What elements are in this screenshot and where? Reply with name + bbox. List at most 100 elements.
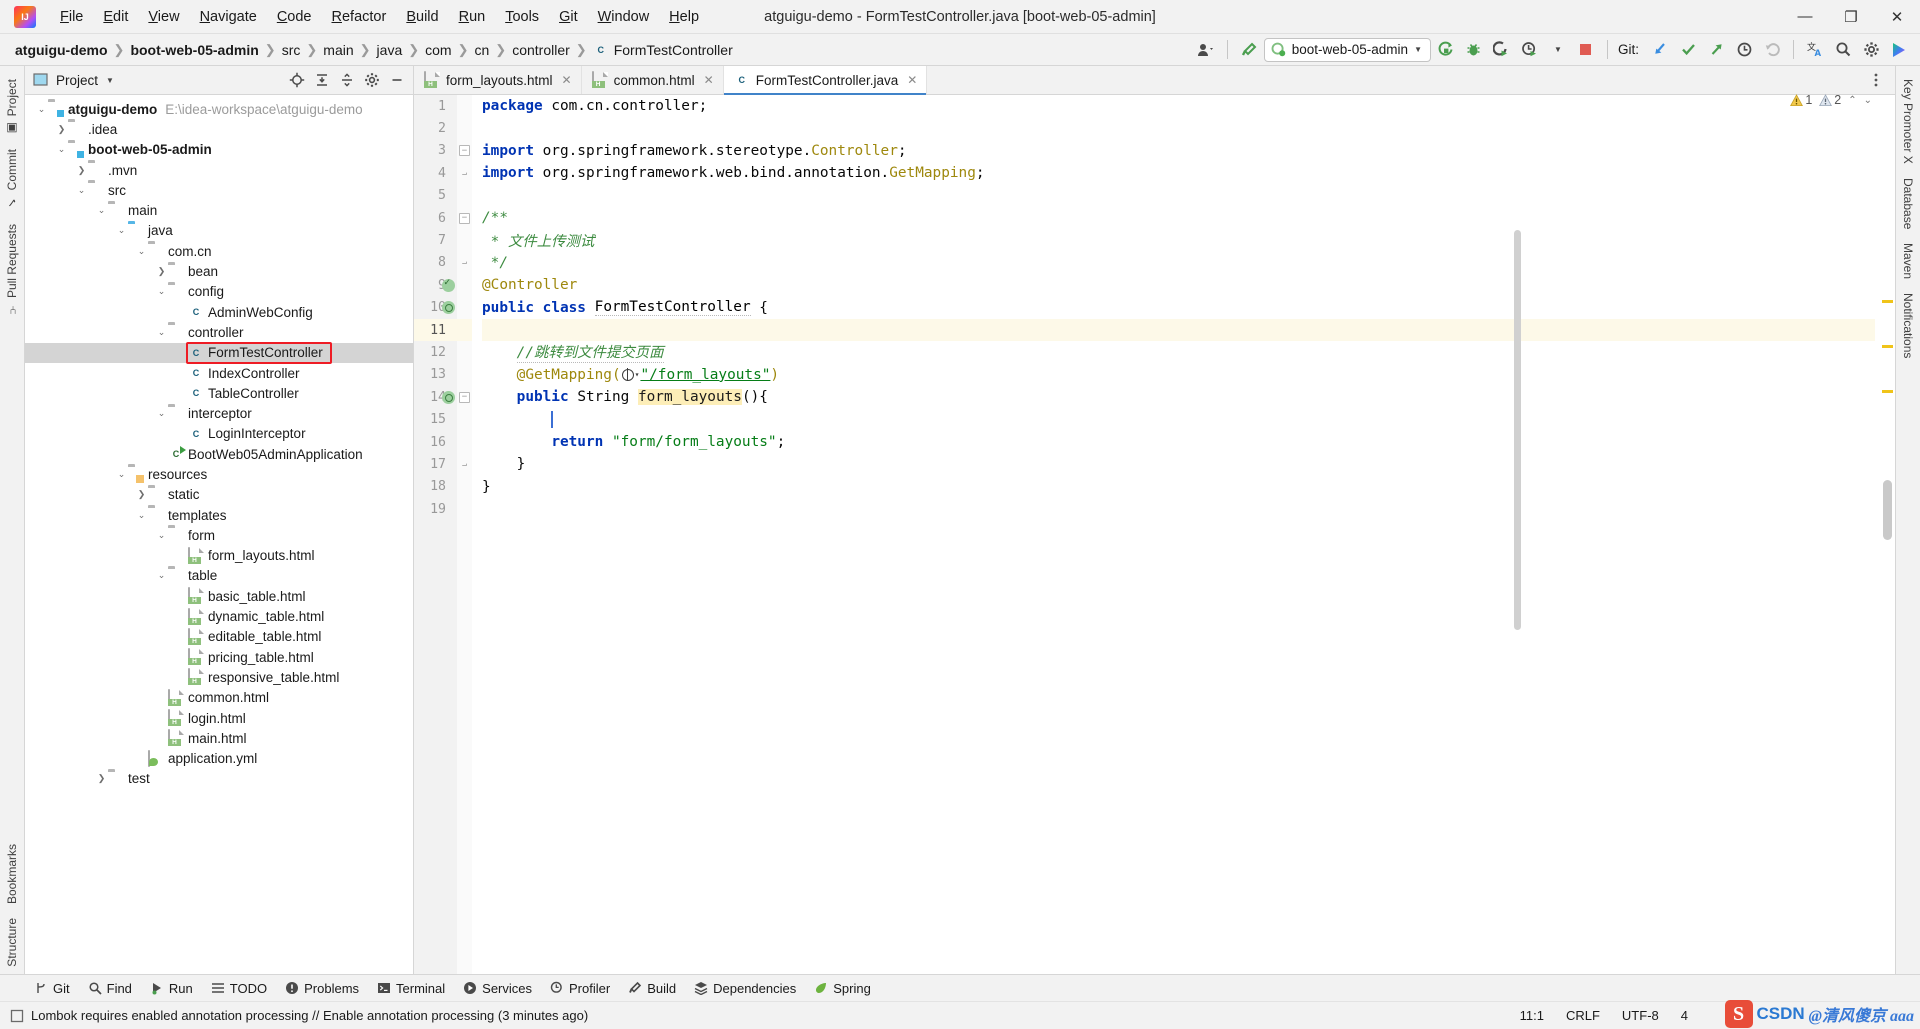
tree-node-bean[interactable]: ❯ bean (25, 261, 413, 281)
breadcrumb-item-class[interactable]: FormTestController (588, 40, 738, 60)
sidebar-item-bookmarks[interactable]: Bookmarks (1, 837, 23, 911)
settings-gear-icon[interactable] (1858, 37, 1884, 63)
chevron-down-icon[interactable]: ⌄ (95, 206, 108, 215)
debug-icon[interactable] (1461, 37, 1487, 63)
tree-node-login-html[interactable]: login.html (25, 708, 413, 728)
tree-node-formtestcontroller[interactable]: FormTestController (25, 341, 413, 364)
tree-node-java[interactable]: ⌄ java (25, 221, 413, 241)
menu-window[interactable]: Window (588, 5, 660, 29)
menu-build[interactable]: Build (396, 5, 448, 29)
breadcrumb-item-controller[interactable]: controller (507, 40, 575, 60)
gutter-line-17[interactable]: ⌐ 17 (414, 453, 472, 475)
ide-feature-trainer-icon[interactable] (1886, 37, 1912, 63)
toolwindow-services[interactable]: Services (455, 978, 540, 999)
fold-collapse-icon[interactable]: − (459, 145, 470, 157)
tree-node-mvn[interactable]: ❯ .mvn (25, 160, 413, 180)
tree-node-editable-table-html[interactable]: editable_table.html (25, 627, 413, 647)
tree-node-responsive-table-html[interactable]: responsive_table.html (25, 667, 413, 687)
toolwindow-git[interactable]: Git (26, 978, 78, 999)
breadcrumb-item-java[interactable]: java (372, 40, 408, 60)
toolwindow-todo[interactable]: TODO (203, 978, 275, 999)
run-with-coverage-icon[interactable] (1489, 37, 1515, 63)
menu-run[interactable]: Run (449, 5, 496, 29)
line-separator[interactable]: CRLF (1562, 1006, 1604, 1025)
chevron-down-icon[interactable]: ▼ (1545, 37, 1571, 63)
stop-icon[interactable] (1573, 37, 1599, 63)
git-push-icon[interactable] (1703, 37, 1729, 63)
code-editor[interactable]: 12−3⌐45−67⌐8910111213−141516⌐171819 pack… (414, 95, 1895, 974)
tree-node-interceptor[interactable]: ⌄ interceptor (25, 403, 413, 423)
run-icon[interactable] (1433, 37, 1459, 63)
close-icon[interactable]: ✕ (562, 73, 572, 87)
tab-common-html[interactable]: common.html ✕ (582, 66, 724, 94)
chevron-down-icon[interactable]: ⌄ (155, 530, 168, 540)
chevron-down-icon[interactable]: ⌄ (75, 185, 88, 195)
sidebar-item-structure[interactable]: Structure (1, 911, 23, 974)
gutter-line-16[interactable]: 16 (414, 431, 472, 453)
breadcrumb-item-project[interactable]: atguigu-demo (10, 40, 113, 60)
tree-node-adminwebconfig[interactable]: AdminWebConfig (25, 302, 413, 322)
sidebar-item-pull-requests[interactable]: ⑂ Pull Requests (1, 217, 23, 322)
menu-edit[interactable]: Edit (93, 5, 138, 29)
gutter-line-7[interactable]: 7 (414, 229, 472, 251)
gutter-line-11[interactable]: 11 (414, 318, 472, 342)
chevron-right-icon[interactable]: ❯ (135, 490, 148, 499)
fold-end-icon[interactable]: ⌐ (459, 257, 470, 268)
chevron-right-icon[interactable]: ❯ (55, 124, 68, 134)
chevron-right-icon[interactable]: ❯ (75, 165, 88, 175)
tree-node-idea[interactable]: ❯ .idea (25, 119, 413, 139)
scroll-marker-warning[interactable] (1882, 390, 1893, 393)
gutter-line-13[interactable]: 13 (414, 364, 472, 386)
breadcrumb-item-module[interactable]: boot-web-05-admin (125, 40, 263, 60)
git-update-icon[interactable] (1647, 37, 1673, 63)
tree-node-form-layouts-html[interactable]: form_layouts.html (25, 546, 413, 566)
sidebar-item-commit[interactable]: ✓ Commit (1, 142, 23, 216)
gutter-line-18[interactable]: 18 (414, 476, 472, 498)
git-history-icon[interactable] (1731, 37, 1757, 63)
menu-help[interactable]: Help (659, 5, 709, 29)
spring-bean-icon[interactable] (441, 390, 455, 404)
menu-code[interactable]: Code (267, 5, 322, 29)
gutter-line-3[interactable]: −3 (414, 140, 472, 162)
tree-node-config[interactable]: ⌄ config (25, 282, 413, 302)
search-everywhere-icon[interactable] (1830, 37, 1856, 63)
git-commit-icon[interactable] (1675, 37, 1701, 63)
tree-node-bootweb05adminapplication[interactable]: BootWeb05AdminApplication (25, 444, 413, 464)
toolwindow-terminal[interactable]: Terminal (369, 978, 453, 999)
project-scrollbar-thumb[interactable] (1514, 230, 1521, 630)
chevron-down-icon[interactable]: ⌄ (55, 145, 68, 154)
chevron-down-icon[interactable]: ⌄ (115, 469, 128, 479)
caret-position[interactable]: 11:1 (1516, 1006, 1548, 1025)
chevron-down-icon[interactable]: ⌄ (35, 104, 48, 114)
chevron-right-icon[interactable]: ❯ (155, 267, 168, 276)
breadcrumb-item-com[interactable]: com (420, 40, 456, 60)
chevron-down-icon[interactable]: ⌄ (135, 246, 148, 256)
tree-node-test[interactable]: ❯ test (25, 769, 413, 789)
sidebar-item-key-promoter-x[interactable]: Key Promoter X (1897, 72, 1919, 171)
scroll-marker-warning[interactable] (1882, 300, 1893, 303)
project-tree[interactable]: ⌄ atguigu-demo E:\idea-workspace\atguigu-d… (25, 95, 413, 974)
gutter-line-5[interactable]: 5 (414, 185, 472, 207)
close-button[interactable]: ✕ (1874, 0, 1920, 34)
tree-node-src[interactable]: ⌄ src (25, 180, 413, 200)
run-configuration-selector[interactable]: boot-web-05-admin ▼ (1263, 37, 1431, 62)
inspection-status[interactable]: 1 2 ⌃ ⌄ (1790, 93, 1872, 107)
tree-node-form[interactable]: ⌄ form (25, 525, 413, 545)
chevron-down-icon[interactable]: ⌄ (155, 571, 168, 580)
tree-node-common-html[interactable]: common.html (25, 688, 413, 708)
scroll-marker-warning[interactable] (1882, 345, 1893, 348)
fold-collapse-icon[interactable]: − (459, 391, 470, 403)
tab-formtestcontroller-java[interactable]: FormTestController.java ✕ (723, 66, 928, 95)
tree-node-atguigu-demo[interactable]: ⌄ atguigu-demo E:\idea-workspace\atguigu-d… (25, 99, 413, 119)
breadcrumb-item-main[interactable]: main (318, 40, 358, 60)
inspection-widget[interactable] (1875, 95, 1895, 119)
sidebar-item-maven[interactable]: Maven (1897, 236, 1919, 286)
locate-file-icon[interactable] (285, 68, 309, 92)
translate-icon[interactable]: 文A (1802, 37, 1828, 63)
tab-form-layouts-html[interactable]: form_layouts.html ✕ (414, 66, 582, 94)
gutter-line-1[interactable]: 1 (414, 95, 472, 117)
spring-bean-icon[interactable] (441, 301, 455, 315)
fold-collapse-icon[interactable]: − (459, 212, 470, 224)
sidebar-item-notifications[interactable]: Notifications (1897, 286, 1919, 365)
file-encoding[interactable]: UTF-8 (1618, 1006, 1663, 1025)
